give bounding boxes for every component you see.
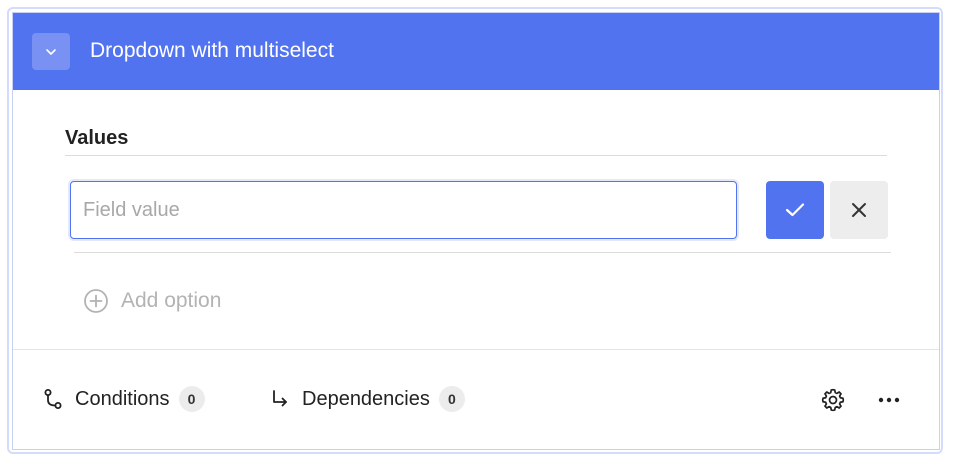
field-card: Dropdown with multiselect Values Add opt… xyxy=(12,12,940,450)
dependencies-label: Dependencies xyxy=(302,388,430,410)
branch-icon xyxy=(42,388,64,410)
card-header: Dropdown with multiselect xyxy=(13,13,939,90)
conditions-count-badge: 0 xyxy=(178,386,205,412)
add-option-label: Add option xyxy=(121,289,222,312)
values-heading: Values xyxy=(65,127,129,149)
values-divider xyxy=(65,155,887,156)
footer-divider xyxy=(13,349,939,350)
check-icon xyxy=(784,201,806,219)
field-title[interactable]: Dropdown with multiselect xyxy=(90,38,334,64)
close-icon xyxy=(850,201,868,219)
more-options-button[interactable] xyxy=(875,386,903,414)
chevron-down-icon xyxy=(45,48,57,56)
ellipsis-icon xyxy=(878,397,900,403)
settings-button[interactable] xyxy=(819,386,847,414)
confirm-button[interactable] xyxy=(766,181,824,239)
arrow-turn-right-icon xyxy=(269,389,291,409)
option-divider xyxy=(74,252,891,253)
conditions-button[interactable]: Conditions 0 xyxy=(42,385,205,413)
add-option-button[interactable]: Add option xyxy=(83,288,221,314)
conditions-label: Conditions xyxy=(75,388,170,410)
dependencies-count-badge: 0 xyxy=(438,386,465,412)
gear-icon xyxy=(820,387,846,413)
collapse-button[interactable] xyxy=(32,33,70,70)
cancel-button[interactable] xyxy=(830,181,888,239)
field-value-input[interactable] xyxy=(70,181,737,239)
plus-circle-icon xyxy=(83,288,109,314)
dependencies-button[interactable]: Dependencies 0 xyxy=(269,385,465,413)
